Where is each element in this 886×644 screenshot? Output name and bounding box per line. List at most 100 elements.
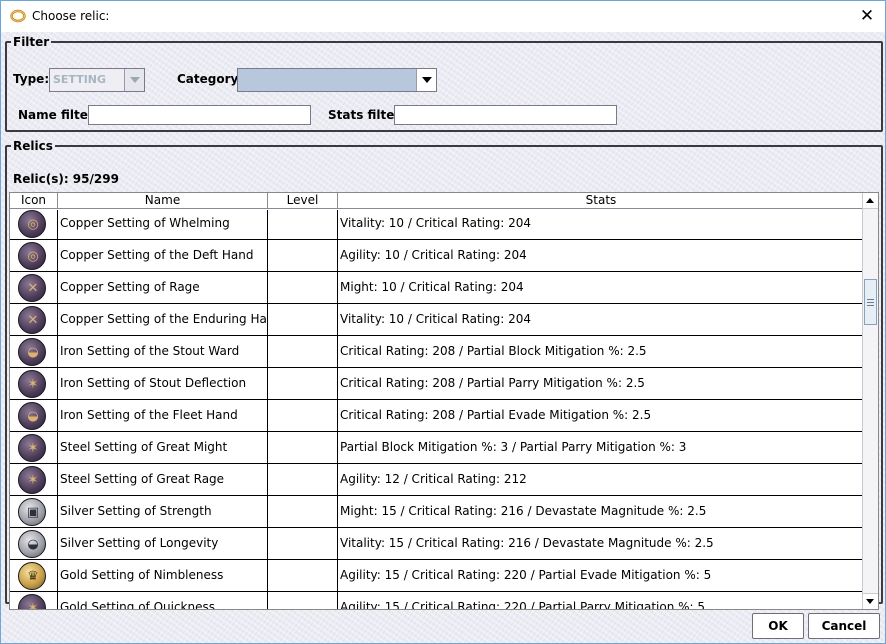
spikes-icon: ✶ — [18, 466, 46, 494]
name-cell: Gold Setting of Quickness — [58, 592, 268, 609]
table-row[interactable]: ◒ Iron Setting of the Fleet Hand Critical … — [10, 400, 864, 432]
icon-cell: ♛ — [10, 560, 58, 591]
claw-icon: ◒ — [18, 402, 46, 430]
chevron-down-icon — [416, 69, 436, 91]
icon-cell: ✶ — [10, 368, 58, 399]
name-filter-input[interactable] — [88, 105, 311, 125]
name-filter-label: Name filter: — [18, 108, 99, 122]
crossed-blades-icon: ✕ — [18, 306, 46, 334]
table-row[interactable]: ✶ Steel Setting of Great Rage Agility: 12 … — [10, 464, 864, 496]
level-cell — [268, 336, 338, 367]
table-row[interactable]: ✶ Steel Setting of Great Might Partial Blo… — [10, 432, 864, 464]
name-cell: Silver Setting of Longevity — [58, 528, 268, 559]
stats-cell: Vitality: 10 / Critical Rating: 204 — [340, 216, 531, 230]
stats-cell: Critical Rating: 208 / Partial Evade Mit… — [340, 408, 652, 422]
category-select[interactable] — [237, 68, 437, 92]
stats-cell: Might: 10 / Critical Rating: 204 — [340, 280, 524, 294]
scroll-down-icon[interactable] — [863, 593, 878, 609]
column-header-level[interactable]: Level — [268, 193, 338, 209]
table-row[interactable]: ◎ Copper Setting of Whelming Vitality: 10 … — [10, 210, 864, 240]
level-cell — [268, 210, 338, 239]
gold-crown-icon: ♛ — [18, 562, 46, 590]
icon-cell: ✶ — [10, 592, 58, 609]
filter-group: Filter Type: SETTING Category: Name filt… — [5, 36, 883, 132]
claw-icon: ◒ — [18, 338, 46, 366]
name-cell: Copper Setting of Whelming — [58, 210, 268, 239]
table-row[interactable]: ✶ Gold Setting of Quickness Agility: 15 / … — [10, 592, 864, 610]
name-cell: Gold Setting of Nimbleness — [58, 560, 268, 591]
name-cell: Iron Setting of the Fleet Hand — [58, 400, 268, 431]
name-cell: Silver Setting of Strength — [58, 496, 268, 527]
level-cell — [268, 464, 338, 495]
category-label: Category: — [177, 72, 244, 86]
name-cell: Steel Setting of Great Rage — [58, 464, 268, 495]
vertical-scrollbar[interactable] — [862, 193, 878, 609]
stats-cell: Critical Rating: 208 / Partial Block Mit… — [340, 344, 647, 358]
window-title: Choose relic: — [32, 9, 110, 23]
level-cell — [268, 304, 338, 335]
stats-cell: Might: 15 / Critical Rating: 216 / Devas… — [340, 504, 707, 518]
stats-cell: Agility: 15 / Critical Rating: 220 / Par… — [340, 568, 712, 582]
table-body: ◎ Copper Setting of Whelming Vitality: 10 … — [10, 210, 864, 610]
stats-cell: Agility: 10 / Critical Rating: 204 — [340, 248, 527, 262]
stats-cell: Vitality: 15 / Critical Rating: 216 / De… — [340, 536, 714, 550]
table-row[interactable]: ▣ Silver Setting of Strength Might: 15 / C… — [10, 496, 864, 528]
silver-frame-icon: ▣ — [18, 498, 46, 526]
level-cell — [268, 560, 338, 591]
close-icon: ✕ — [859, 6, 875, 26]
column-header-icon[interactable]: Icon — [10, 193, 58, 209]
level-cell — [268, 432, 338, 463]
icon-cell: ✕ — [10, 272, 58, 303]
silver-claw-icon: ◒ — [18, 530, 46, 558]
icon-cell: ◒ — [10, 528, 58, 559]
ok-button[interactable]: OK — [752, 613, 804, 639]
name-cell: Copper Setting of Rage — [58, 272, 268, 303]
icon-cell: ◒ — [10, 336, 58, 367]
table-row[interactable]: ◒ Silver Setting of Longevity Vitality: 15… — [10, 528, 864, 560]
name-cell: Steel Setting of Great Might — [58, 432, 268, 463]
table-row[interactable]: ✶ Iron Setting of Stout Deflection Critica… — [10, 368, 864, 400]
table-header: Icon Name Level Stats — [10, 193, 864, 209]
name-cell: Iron Setting of the Stout Ward — [58, 336, 268, 367]
close-button[interactable]: ✕ — [853, 3, 881, 29]
table-row[interactable]: ♛ Gold Setting of Nimbleness Agility: 15 /… — [10, 560, 864, 592]
relics-legend: Relics — [13, 139, 53, 153]
level-cell — [268, 272, 338, 303]
table-row[interactable]: ◒ Iron Setting of the Stout Ward Critical … — [10, 336, 864, 368]
name-cell: Copper Setting of the Deft Hand — [58, 240, 268, 271]
cancel-button[interactable]: Cancel — [808, 613, 880, 639]
filter-legend: Filter — [13, 35, 50, 49]
type-select[interactable]: SETTING — [49, 68, 145, 92]
chevron-down-icon — [124, 69, 144, 91]
table-row[interactable]: ◎ Copper Setting of the Deft Hand Agility:… — [10, 240, 864, 272]
table-row[interactable]: ✕ Copper Setting of Rage Might: 10 / Criti… — [10, 272, 864, 304]
crossed-blades-icon: ✕ — [18, 274, 46, 302]
table-row[interactable]: ✕ Copper Setting of the Enduring Hand Vita… — [10, 304, 864, 336]
scrollbar-thumb[interactable] — [864, 279, 877, 325]
icon-cell: ◒ — [10, 400, 58, 431]
type-label: Type: — [13, 72, 50, 86]
choose-relic-dialog: Choose relic: ✕ Filter Type: SETTING Cat… — [0, 0, 886, 644]
ring-icon: ◎ — [18, 242, 46, 270]
icon-cell: ▣ — [10, 496, 58, 527]
relics-table: Icon Name Level Stats ◎ Copper Setting of… — [9, 192, 879, 610]
spikes-icon: ✶ — [18, 434, 46, 462]
name-cell: Iron Setting of Stout Deflection — [58, 368, 268, 399]
level-cell — [268, 240, 338, 271]
level-cell — [268, 528, 338, 559]
column-header-name[interactable]: Name — [58, 193, 268, 209]
stats-cell: Agility: 12 / Critical Rating: 212 — [340, 472, 527, 486]
icon-cell: ✶ — [10, 464, 58, 495]
relic-count: Relic(s): 95/299 — [13, 172, 119, 186]
dialog-content: Filter Type: SETTING Category: Name filt… — [1, 32, 885, 643]
stats-filter-input[interactable] — [394, 105, 617, 125]
icon-cell: ◎ — [10, 240, 58, 271]
column-header-stats[interactable]: Stats — [338, 193, 864, 209]
stats-cell: Partial Block Mitigation %: 3 / Partial … — [340, 440, 687, 454]
scroll-up-icon[interactable] — [863, 193, 878, 209]
title-bar: Choose relic: ✕ — [1, 1, 885, 32]
stats-cell: Agility: 15 / Critical Rating: 220 / Par… — [340, 600, 706, 610]
gold-ring-icon — [10, 9, 26, 23]
spikes-icon: ✶ — [18, 594, 46, 609]
spikes-icon: ✶ — [18, 370, 46, 398]
